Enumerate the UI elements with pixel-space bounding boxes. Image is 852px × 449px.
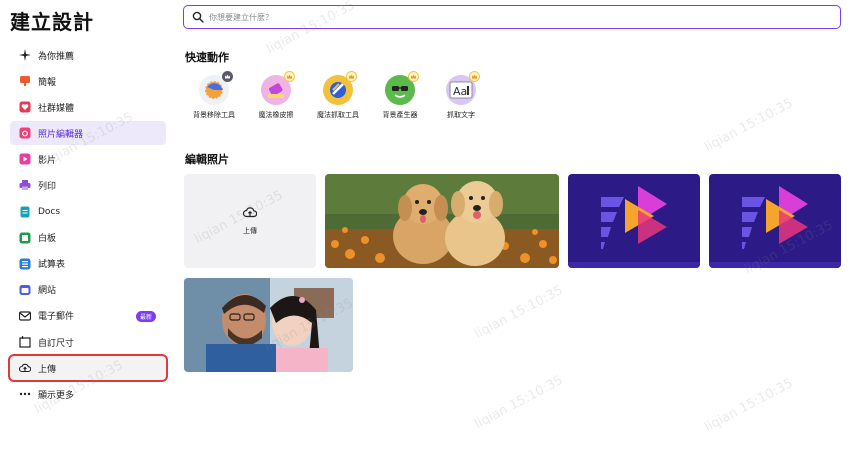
svg-text:Aa: Aa: [453, 85, 467, 98]
heart-icon: [19, 101, 31, 113]
sidebar-item-custom-size[interactable]: 自訂尺寸: [10, 330, 166, 354]
video-editor-logo-image: [709, 174, 841, 268]
photo-tile-couple[interactable]: [184, 278, 353, 372]
upload-tile[interactable]: 上傳: [184, 174, 316, 268]
upload-cloud-icon: [243, 207, 257, 218]
quick-action-label: 魔法橡皮擦: [258, 111, 294, 119]
quick-action-magic-eraser[interactable]: 魔法橡皮擦: [246, 71, 306, 120]
sidebar-item-website[interactable]: 網站: [10, 278, 166, 302]
spreadsheet-icon: [19, 258, 31, 270]
sidebar: 為你推薦 簡報 社群媒體 照片編輯器 影片 列印 Docs 白板 試算表 網站 …: [8, 43, 168, 408]
edit-photos-title: 編輯照片: [185, 153, 229, 166]
quick-action-label: 抓取文字: [447, 111, 475, 119]
video-editor-logo-image: [568, 174, 700, 268]
sidebar-item-recommended[interactable]: 為你推薦: [10, 43, 166, 67]
sidebar-item-video[interactable]: 影片: [10, 147, 166, 171]
new-badge: 最新: [135, 310, 156, 322]
quick-action-background-remover[interactable]: 背景移除工具: [184, 71, 244, 120]
search-input[interactable]: [209, 12, 709, 22]
sparkle-icon: [19, 49, 31, 61]
sidebar-item-label: 顯示更多: [38, 390, 75, 401]
sidebar-item-label: Docs: [38, 206, 61, 217]
magic-eraser-icon: [261, 71, 295, 105]
sidebar-item-whiteboard[interactable]: 白板: [10, 226, 166, 250]
watermark: liqian 15:10:35: [472, 372, 566, 433]
sidebar-item-label: 簡報: [38, 77, 57, 88]
photo-tile-video-logo-1[interactable]: [568, 174, 700, 268]
docs-icon: [20, 206, 30, 218]
magic-grab-icon: [323, 71, 357, 105]
quick-action-magic-grab[interactable]: 魔法抓取工具: [308, 71, 368, 120]
sidebar-item-presentations[interactable]: 簡報: [10, 69, 166, 93]
sidebar-item-label: 自訂尺寸: [38, 338, 75, 349]
quick-action-label: 背景移除工具: [193, 111, 235, 119]
sidebar-item-photo-editor[interactable]: 照片編輯器: [10, 121, 166, 146]
couple-kissing-photo: [184, 278, 353, 372]
video-icon: [19, 153, 31, 165]
sidebar-item-label: 社群媒體: [38, 103, 75, 114]
sidebar-item-label: 網站: [38, 286, 57, 297]
app-title: 建立設計: [10, 10, 94, 34]
presentation-icon: [20, 76, 30, 87]
watermark: liqian 15:10:35: [472, 282, 566, 343]
sidebar-item-label: 試算表: [38, 260, 66, 271]
photo-tile-puppies[interactable]: [325, 174, 559, 268]
sidebar-item-label: 上傳: [38, 364, 57, 375]
background-generator-icon: [385, 71, 419, 105]
more-icon: [19, 393, 31, 396]
quick-action-grab-text[interactable]: Aa 抓取文字: [431, 71, 491, 120]
quick-action-label: 魔法抓取工具: [317, 111, 359, 119]
background-remover-icon: [199, 71, 233, 105]
photo-tile-video-logo-2[interactable]: [709, 174, 841, 268]
sidebar-item-label: 照片編輯器: [38, 129, 84, 140]
website-icon: [19, 284, 31, 295]
grab-text-icon: Aa: [446, 71, 480, 105]
quick-actions-title: 快速動作: [185, 51, 229, 64]
print-icon: [19, 180, 31, 191]
watermark: liqian 15:10:35: [702, 375, 796, 436]
upload-cloud-icon: [19, 363, 31, 373]
sidebar-item-label: 電子郵件: [38, 312, 75, 323]
sidebar-item-social-media[interactable]: 社群媒體: [10, 95, 166, 119]
sidebar-item-show-more[interactable]: 顯示更多: [10, 382, 166, 406]
photo-editor-icon: [19, 127, 31, 139]
sidebar-item-label: 影片: [38, 155, 57, 166]
sidebar-item-spreadsheet[interactable]: 試算表: [10, 252, 166, 276]
search-icon: [192, 11, 204, 23]
search-bar[interactable]: [183, 5, 841, 29]
sidebar-item-label: 為你推薦: [38, 51, 75, 62]
sidebar-item-label: 白板: [38, 234, 57, 245]
sidebar-item-upload[interactable]: 上傳: [8, 354, 168, 383]
sidebar-item-label: 列印: [38, 181, 57, 192]
watermark: liqian 15:10:35: [702, 95, 796, 156]
sidebar-item-email[interactable]: 電子郵件 最新: [10, 304, 166, 328]
two-golden-retriever-puppies-photo: [325, 174, 559, 268]
quick-action-label: 背景產生器: [382, 111, 418, 119]
custom-size-icon: [19, 336, 31, 348]
sidebar-item-print[interactable]: 列印: [10, 173, 166, 197]
email-icon: [19, 311, 31, 321]
quick-action-background-generator[interactable]: 背景產生器: [370, 71, 430, 120]
sidebar-item-docs[interactable]: Docs: [10, 200, 166, 224]
upload-tile-label: 上傳: [243, 227, 257, 235]
whiteboard-icon: [19, 232, 31, 244]
